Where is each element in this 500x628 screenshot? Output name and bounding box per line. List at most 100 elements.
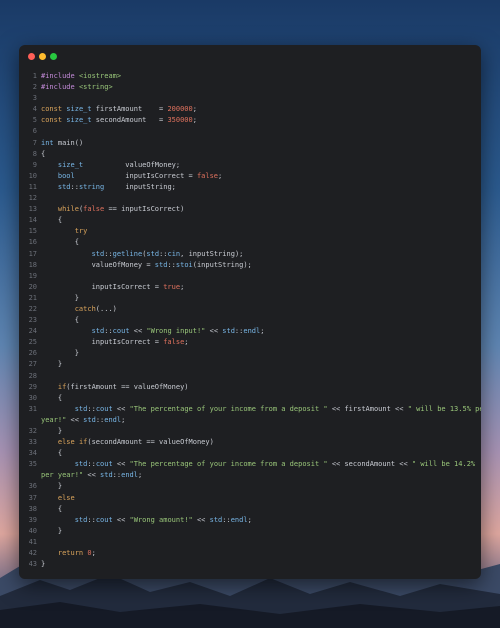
line-number: 29 [28,382,37,391]
code-line: 38 { [19,504,481,515]
code-line: 39 std::cout << "Wrong amount!" << std::… [19,515,481,526]
code-text: std::cout << "The percentage of your inc… [74,404,481,413]
code-line-wrap: per year!" << std::endl; [19,470,481,481]
code-line: 17 std::getline(std::cin, inputString); [19,249,481,260]
line-number: 28 [28,371,37,380]
line-number: 32 [28,427,37,435]
code-line: 8{ [19,149,481,160]
code-text: { [41,449,63,458]
code-text: else if(secondAmount == valueOfMoney) [57,438,214,447]
code-line: 14 { [19,215,481,226]
line-number: 1 [32,72,37,80]
code-text: while(false == inputIsCorrect) [57,205,185,214]
code-text: std::cout << "The percentage of your inc… [74,460,476,469]
line-number: 38 [28,504,37,513]
code-window: 1 #include <iostream> 2 #include <string> 3 4… [19,45,481,579]
window-titlebar [19,45,481,67]
minimize-button[interactable] [39,53,46,60]
code-text: } [41,349,79,358]
code-line: 35 std::cout << "The percentage of your … [19,459,481,470]
line-number: 22 [28,304,37,313]
code-line: 18 valueOfMoney = std::stoi(inputString)… [19,260,481,271]
close-button[interactable] [28,53,35,60]
line-number: 26 [28,349,37,358]
code-line: 25 inputIsCorrect = false; [19,337,481,348]
line-number: 6 [32,127,37,136]
code-text: try [74,227,88,236]
line-number: 20 [28,282,37,291]
code-line: 37 else [19,493,481,504]
line-number: 7 [32,138,37,147]
line-number: 10 [28,171,37,180]
code-text: { [41,393,63,402]
code-text: { [41,238,79,247]
code-text: } [41,293,79,302]
code-text: inputIsCorrect = true; [41,282,185,291]
code-text: { [41,149,46,158]
code-line: 7 int main() [19,138,481,149]
line-number: 39 [28,515,37,524]
code-text: } [41,560,46,569]
code-line: 41 [19,537,481,548]
code-text: return 0; [57,549,96,558]
code-line: 9 size_t valueOfMoney; [19,160,481,171]
code-text: { [41,316,79,325]
code-text: size_t valueOfMoney; [57,160,181,169]
line-number: 5 [32,116,37,125]
code-text: catch(...) [74,304,117,313]
code-line: 22 catch(...) [19,304,481,315]
code-text: } [41,360,63,369]
line-number: 40 [28,526,37,535]
code-line: 19 [19,271,481,282]
code-line-wrap: year!" << std::endl; [19,415,481,426]
code-line: 24 std::cout << "Wrong input!" << std::e… [19,326,481,337]
code-text: std::cout << "Wrong input!" << std::endl… [91,327,265,336]
line-number: 9 [32,160,37,169]
code-text: { [41,216,63,225]
maximize-button[interactable] [50,53,57,60]
code-line: 5 const size_t secondAmount = 350000; [19,115,481,126]
code-text: { [41,504,63,513]
line-number: 42 [28,549,37,558]
code-line: 10 bool inputIsCorrect = false; [19,171,481,182]
line-number: 30 [28,393,37,402]
code-line: 2 #include <string> [19,82,481,93]
line-number: 33 [28,438,37,447]
code-text: inputIsCorrect = false; [41,338,189,347]
code-line: 30 { [19,393,481,404]
code-text: std::string inputString; [57,182,176,191]
line-number: 18 [28,260,37,269]
code-text: std::cout << "Wrong amount!" << std::end… [74,515,252,524]
code-line: 12 [19,193,481,204]
code-line: 40 } [19,526,481,537]
code-line: 32 } [19,426,481,437]
code-line: 11 std::string inputString; [19,182,481,193]
code-line: 34 { [19,448,481,459]
code-text: else [57,493,75,502]
code-line: 33 else if(secondAmount == valueOfMoney) [19,437,481,448]
line-number: 3 [32,94,37,103]
code-area[interactable]: 1 #include <iostream> 2 #include <string> 3 4… [19,71,481,570]
code-text: valueOfMoney = std::stoi(inputString); [41,260,252,269]
line-number: 17 [28,249,37,258]
code-line: 16 { [19,237,481,248]
code-line: 6 [19,126,481,137]
line-number: 21 [28,293,37,302]
line-number: 19 [28,271,37,280]
code-line: 29 if(firstAmount == valueOfMoney) [19,382,481,393]
code-line: 43} [19,559,481,570]
line-number: 43 [28,560,37,569]
line-number: 8 [32,149,37,158]
code-line: 26 } [19,348,481,359]
code-text-wrapped: year!" << std::endl; [41,415,126,424]
code-text: } [41,526,63,535]
code-line: 3 [19,93,481,104]
code-text: std::getline(std::cin, inputString); [91,249,244,258]
line-number: 14 [28,216,37,225]
code-text: const size_t secondAmount = 350000; [41,116,197,125]
code-text: if(firstAmount == valueOfMoney) [57,382,189,391]
code-text: #include <string> [41,83,113,92]
code-line: 23 { [19,315,481,326]
line-number: 37 [28,493,37,502]
code-text-wrapped: per year!" << std::endl; [41,471,143,480]
